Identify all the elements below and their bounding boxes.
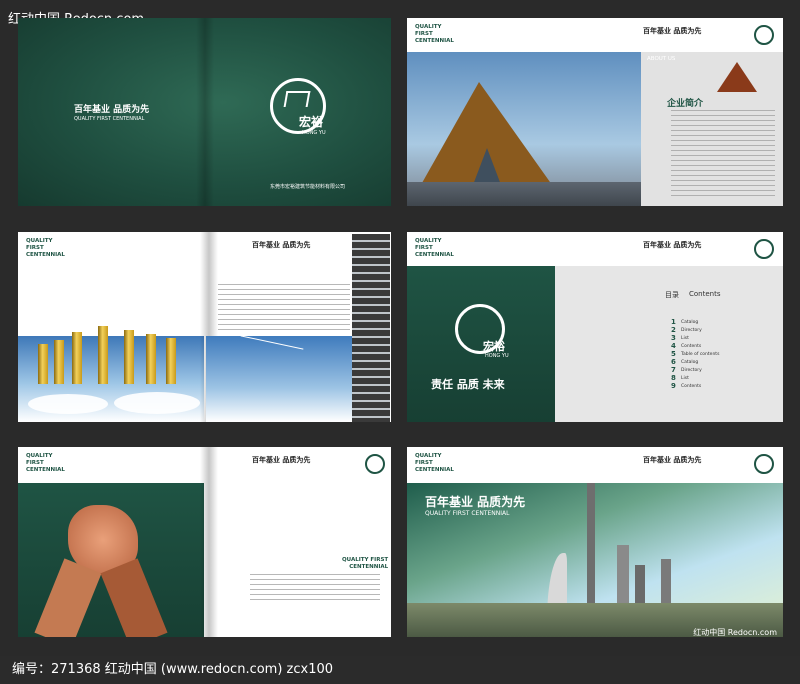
gold-bar: [54, 340, 64, 384]
about-paragraph: [671, 110, 775, 200]
quality-first-inline: QUALITY FIRST CENTENNIAL: [342, 557, 389, 570]
cover-slogan-en: QUALITY FIRST CENTENNIAL: [74, 116, 145, 122]
contents-item-number: 4: [671, 342, 676, 350]
logo-icon: [754, 239, 774, 259]
contents-item: 4 Contents: [671, 342, 719, 350]
quality-first-label: QUALITY FIRST CENTENNIAL: [415, 24, 454, 44]
logo-text-en: HONG YU: [485, 353, 509, 359]
values-panel: 宏裕 HONG YU 责任 品质 未来: [407, 266, 555, 422]
contents-item-label: List: [681, 335, 689, 341]
contents-item-label: Table of contents: [681, 351, 720, 357]
skyline-title-cn: 百年基业 品质为先: [425, 495, 526, 509]
pyramid-photo: [407, 52, 641, 206]
contents-item-label: Catalog: [681, 319, 699, 325]
contents-item-number: 3: [671, 334, 676, 342]
handshake-spread: QUALITY FIRST CENTENNIAL 百年基业 品质为先 QUALITY…: [18, 447, 391, 637]
quality-first-label: QUALITY FIRST CENTENNIAL: [415, 238, 454, 258]
contents-slogan: 百年基业 品质为先: [643, 241, 702, 249]
skyline-photo: 百年基业 品质为先 QUALITY FIRST CENTENNIAL: [407, 483, 783, 637]
about-en: ABOUT US: [647, 56, 676, 62]
about-panel: ABOUT US 企业简介: [641, 52, 783, 206]
contents-item-number: 8: [671, 374, 676, 382]
a-sculpture-icon: [717, 62, 757, 92]
gold-paragraph: [218, 284, 350, 332]
quality-first-label: QUALITY FIRST CENTENNIAL: [26, 453, 65, 473]
contents-item-label: Contents: [681, 383, 702, 389]
contents-item-label: Directory: [681, 327, 702, 333]
gold-bar: [72, 332, 82, 384]
quality-first-label: QUALITY FIRST CENTENNIAL: [415, 453, 454, 473]
tower-photo: [352, 234, 390, 422]
cover-spread: 百年基业 品质为先 QUALITY FIRST CENTENNIAL 宏裕 HO…: [18, 18, 391, 206]
about-slogan: 百年基业 品质为先: [643, 27, 702, 35]
logo-icon: [365, 454, 385, 474]
contents-item: 1 Catalog: [671, 318, 719, 326]
gold-bar: [146, 334, 156, 384]
contents-item: 3 List: [671, 334, 719, 342]
gold-bar: [98, 326, 108, 384]
logo-text-en: HONG YU: [302, 130, 326, 136]
spread-slogan: 百年基业 品质为先: [252, 241, 311, 249]
contents-item: 2 Directory: [671, 326, 719, 334]
logo-text-cn: 宏裕: [483, 340, 505, 353]
contents-item-number: 2: [671, 326, 676, 334]
gold-bar: [124, 330, 134, 384]
logo-icon: [754, 454, 774, 474]
contents-item: 8 List: [671, 374, 719, 382]
quality-first-label: QUALITY FIRST CENTENNIAL: [26, 238, 65, 258]
stage: 红动中国 Redocn.com 百年基业 品质为先 QUALITY FIRST …: [0, 0, 800, 656]
cover-slogan-cn: 百年基业 品质为先: [74, 105, 150, 115]
contents-item-number: 6: [671, 358, 676, 366]
contents-item-number: 5: [671, 350, 676, 358]
contents-item-label: List: [681, 375, 689, 381]
contents-title-cn: 目录: [665, 291, 679, 299]
skyline-spread: QUALITY FIRST CENTENNIAL 百年基业 品质为先 百年基业 品质…: [407, 447, 783, 637]
handshake-photo: [18, 483, 204, 637]
contents-item: 5 Table of contents: [671, 350, 719, 358]
about-spread: QUALITY FIRST CENTENNIAL 百年基业 品质为先 ABOUT U…: [407, 18, 783, 206]
contents-item: 9 Contents: [671, 382, 719, 390]
contents-item-label: Directory: [681, 367, 702, 373]
skyline-slogan: 百年基业 品质为先: [643, 456, 702, 464]
watermark-bottom-right: 红动中国 Redocn.com: [693, 628, 777, 637]
contents-item-number: 9: [671, 382, 676, 390]
contents-panel: 目录 Contents 1 Catalog 2 Directory 3 List 4 Cont…: [555, 266, 783, 422]
footer-bar: 编号：271368 红动中国 (www.redocn.com) zcx100: [0, 656, 800, 684]
footer-text: 编号：271368 红动中国 (www.redocn.com) zcx100: [12, 662, 334, 677]
contents-list: 1 Catalog 2 Directory 3 List 4 Contents 5 Table o…: [671, 318, 719, 390]
skyline-title-en: QUALITY FIRST CENTENNIAL: [425, 510, 510, 517]
logo-icon: [754, 25, 774, 45]
contents-item-label: Contents: [681, 343, 702, 349]
gold-bar: [166, 338, 176, 384]
contents-spread: QUALITY FIRST CENTENNIAL 百年基业 品质为先 宏裕 HONG…: [407, 232, 783, 422]
contents-item-label: Catalog: [681, 359, 699, 365]
handshake-paragraph: [250, 574, 380, 602]
gold-bar: [38, 344, 48, 384]
sky-photo: [206, 336, 352, 422]
contents-item: 7 Directory: [671, 366, 719, 374]
logo-text-cn: 宏裕: [299, 115, 324, 129]
spread-slogan: 百年基业 品质为先: [252, 456, 311, 464]
contents-title-en: Contents: [689, 290, 721, 298]
values-text: 责任 品质 未来: [431, 378, 505, 391]
contents-item: 6 Catalog: [671, 358, 719, 366]
gold-bars-spread: QUALITY FIRST CENTENNIAL 百年基业 品质为先: [18, 232, 391, 422]
about-title-cn: 企业简介: [667, 99, 704, 109]
contents-item-number: 7: [671, 366, 676, 374]
company-name: 东莞市宏裕建筑节能材料有限公司: [270, 184, 346, 190]
contents-item-number: 1: [671, 318, 676, 326]
